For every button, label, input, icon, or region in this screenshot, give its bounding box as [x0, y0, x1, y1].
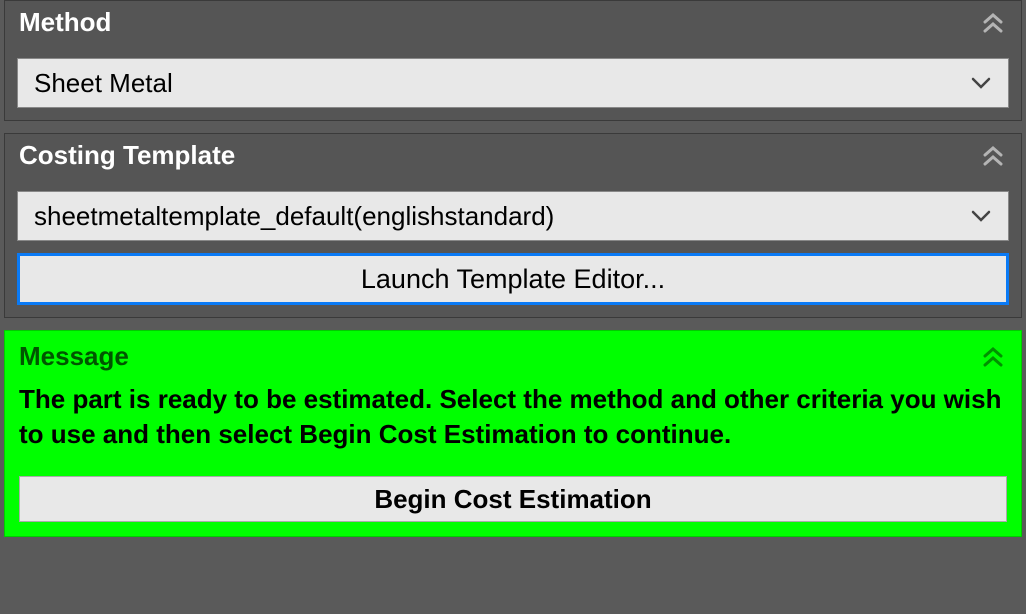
chevron-down-icon	[970, 205, 992, 227]
costing-template-header-label: Costing Template	[19, 140, 235, 171]
method-panel: Method Sheet Metal	[4, 0, 1022, 121]
message-body: The part is ready to be estimated. Selec…	[5, 378, 1021, 536]
launch-template-editor-label: Launch Template Editor...	[361, 264, 665, 295]
chevron-down-icon	[970, 72, 992, 94]
method-header-label: Method	[19, 7, 111, 38]
template-dropdown[interactable]: sheetmetaltemplate_default(englishstanda…	[17, 191, 1009, 241]
method-dropdown[interactable]: Sheet Metal	[17, 58, 1009, 108]
method-header[interactable]: Method	[5, 1, 1021, 48]
costing-template-body: sheetmetaltemplate_default(englishstanda…	[5, 181, 1021, 317]
collapse-icon	[979, 143, 1007, 169]
begin-cost-estimation-label: Begin Cost Estimation	[374, 484, 651, 515]
message-header[interactable]: Message	[5, 331, 1021, 378]
message-panel: Message The part is ready to be estimate…	[4, 330, 1022, 537]
collapse-icon	[979, 344, 1007, 370]
template-dropdown-value: sheetmetaltemplate_default(englishstanda…	[34, 201, 970, 232]
method-dropdown-value: Sheet Metal	[34, 68, 970, 99]
begin-cost-estimation-button[interactable]: Begin Cost Estimation	[19, 476, 1007, 522]
message-header-label: Message	[19, 341, 129, 372]
costing-template-header[interactable]: Costing Template	[5, 134, 1021, 181]
costing-template-panel: Costing Template sheetmetaltemplate_defa…	[4, 133, 1022, 318]
collapse-icon	[979, 10, 1007, 36]
message-text: The part is ready to be estimated. Selec…	[19, 378, 1007, 452]
method-body: Sheet Metal	[5, 48, 1021, 120]
launch-template-editor-button[interactable]: Launch Template Editor...	[17, 253, 1009, 305]
